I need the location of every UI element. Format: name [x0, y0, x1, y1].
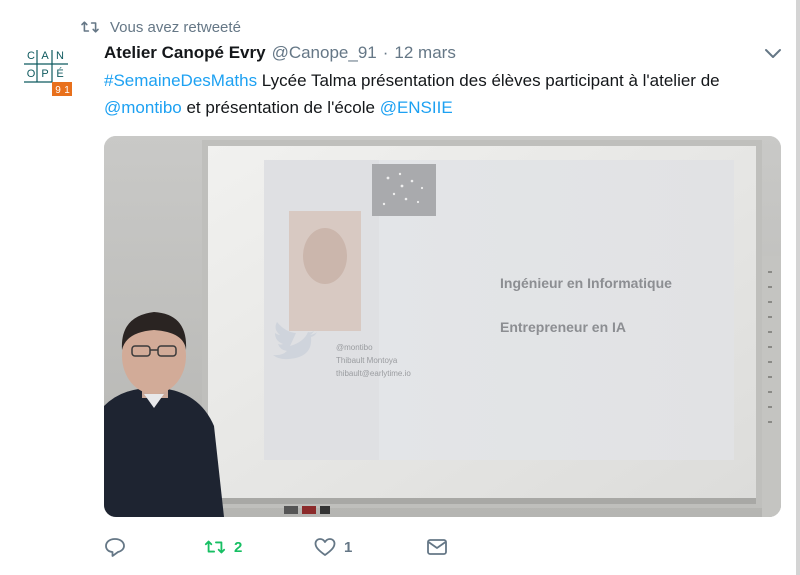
- like-count: 1: [344, 538, 353, 556]
- chevron-down-icon[interactable]: [762, 44, 784, 62]
- avatar-digit: 9: [55, 85, 61, 96]
- tweet-timestamp[interactable]: 12 mars: [394, 43, 455, 63]
- avatar-letter: P: [41, 68, 48, 80]
- avatar[interactable]: C A N O P É 9 1: [22, 46, 74, 98]
- reply-icon: [105, 538, 125, 557]
- slide-contact-name: Thibault Montoya: [336, 356, 398, 365]
- separator-dot: ·: [382, 43, 389, 62]
- heart-icon: [314, 538, 336, 556]
- reply-button[interactable]: [104, 537, 204, 557]
- retweet-context: Vous avez retweeté: [80, 16, 241, 38]
- retweet-count: 2: [234, 538, 243, 556]
- slide-line-1: Ingénieur en Informatique: [500, 275, 672, 291]
- mention-link[interactable]: @ENSIIE: [380, 98, 453, 117]
- hashtag-link[interactable]: #SemaineDesMaths: [104, 71, 257, 90]
- retweet-icon: [81, 21, 99, 33]
- avatar-letter: N: [56, 50, 64, 62]
- tweet-actions: 2 1: [104, 536, 448, 558]
- mention-link[interactable]: @montibo: [104, 98, 182, 117]
- panel-border: [796, 0, 800, 575]
- retweet-button[interactable]: 2: [204, 537, 314, 557]
- avatar-letter: A: [41, 50, 49, 62]
- avatar-letter: C: [27, 50, 35, 62]
- tweet-card[interactable]: Vous avez retweeté C A N O P É 9 1 Ateli…: [0, 0, 800, 575]
- author-name[interactable]: Atelier Canopé Evry: [104, 43, 266, 63]
- tweet-text: #SemaineDesMaths Lycée Talma présentatio…: [104, 67, 764, 121]
- tweet-photo[interactable]: Ingénieur en Informatique Entrepreneur e…: [104, 136, 781, 517]
- tweet-header: Atelier Canopé Evry @Canope_91 · 12 mars: [104, 42, 456, 64]
- slide-line-2: Entrepreneur en IA: [500, 319, 626, 335]
- slide-contact-handle: @montibo: [336, 343, 373, 352]
- slide-contact-email: thibault@earlytime.io: [336, 369, 411, 378]
- avatar-letter: O: [27, 68, 36, 80]
- tweet-text-segment: Lycée Talma présentation des élèves part…: [257, 71, 720, 90]
- author-handle[interactable]: @Canope_91: [272, 43, 377, 63]
- retweet-context-label: Vous avez retweeté: [110, 18, 241, 36]
- avatar-letter: É: [56, 67, 63, 80]
- like-button[interactable]: 1: [314, 537, 426, 557]
- tweet-text-segment: et présentation de l'école: [181, 98, 380, 117]
- avatar-digit: 1: [64, 85, 70, 96]
- envelope-icon: [427, 539, 447, 555]
- direct-message-button[interactable]: [426, 537, 448, 557]
- retweet-icon: [204, 540, 226, 554]
